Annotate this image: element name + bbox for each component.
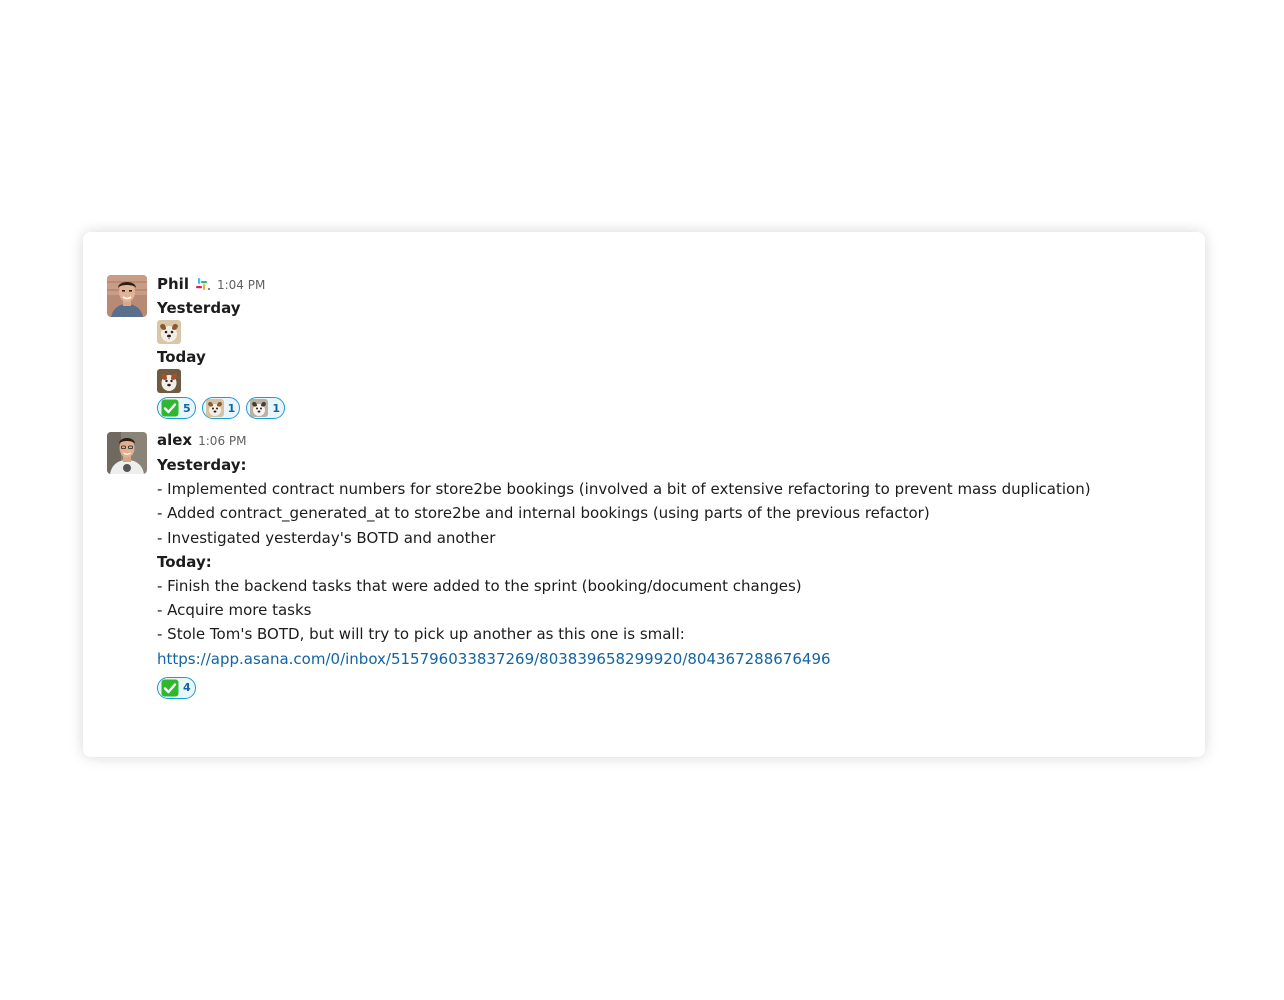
dog-emoji-icon	[157, 320, 181, 344]
reaction-dog[interactable]: 1	[246, 397, 285, 419]
reaction-check[interactable]: 5	[157, 397, 196, 419]
message-header: alex 1:06 PM	[157, 431, 1205, 453]
avatar[interactable]	[107, 275, 147, 317]
reaction-count: 1	[227, 401, 236, 415]
reaction-check[interactable]: 4	[157, 676, 196, 699]
reactions-bar: 4	[157, 676, 1205, 699]
white-check-mark-icon	[161, 679, 179, 697]
timestamp[interactable]: 1:06 PM	[198, 434, 246, 448]
list-item: - Investigated yesterday's BOTD and anot…	[157, 528, 496, 547]
yesterday-heading: Yesterday	[157, 299, 241, 317]
author-name[interactable]: Phil	[157, 275, 189, 293]
reactions-bar: 5 1 1	[157, 397, 1205, 419]
dog-emoji-icon	[157, 369, 181, 393]
yesterday-heading: Yesterday:	[157, 456, 247, 474]
today-heading: Today	[157, 348, 206, 366]
reaction-count: 1	[272, 401, 280, 415]
dog-emoji-icon	[250, 399, 269, 417]
list-item: - Implemented contract numbers for store…	[157, 480, 1091, 498]
message-card: Phil 1:04 PM Yesterday Today 5 1 1 alex …	[83, 232, 1205, 757]
timestamp[interactable]: 1:04 PM	[217, 278, 265, 292]
list-item: - Acquire more tasks	[157, 601, 312, 620]
author-name[interactable]: alex	[157, 431, 192, 449]
list-item: - Stole Tom's BOTD, but will try to pick…	[157, 625, 685, 644]
reaction-count: 4	[183, 681, 191, 695]
reaction-count: 5	[183, 401, 191, 415]
avatar[interactable]	[107, 432, 147, 474]
list-item: - Added contract_generated_at to store2b…	[157, 504, 930, 523]
slack-logo-icon	[195, 276, 211, 290]
asana-link[interactable]: https://app.asana.com/0/inbox/5157960338…	[157, 650, 831, 668]
reaction-dog[interactable]: 1	[201, 397, 241, 419]
today-heading: Today:	[157, 552, 212, 571]
message-alex: alex 1:06 PM Yesterday: - Implemented co…	[107, 431, 1205, 699]
list-item: - Finish the backend tasks that were add…	[157, 576, 802, 595]
dog-emoji-icon	[205, 399, 224, 417]
message-header: Phil 1:04 PM	[157, 274, 1205, 296]
white-check-mark-icon	[161, 399, 179, 417]
message-phil: Phil 1:04 PM Yesterday Today 5 1 1	[107, 274, 1205, 419]
